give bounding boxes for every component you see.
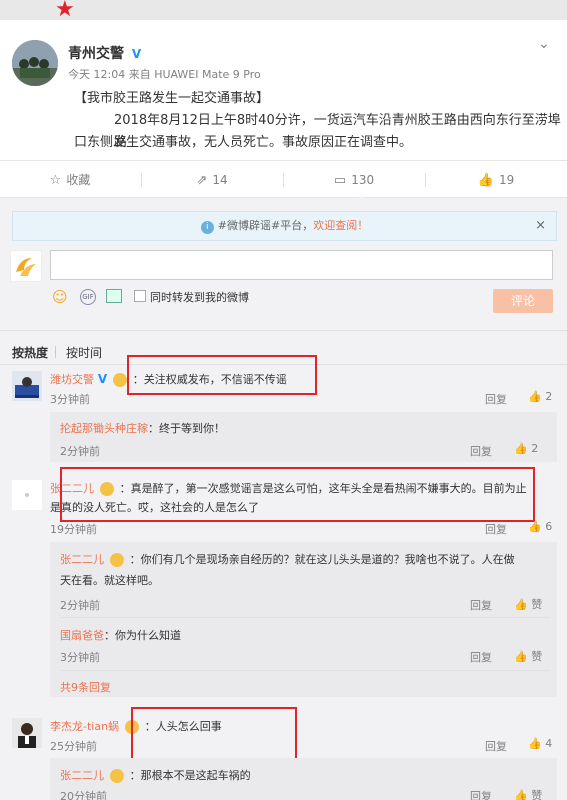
info-icon: i [200,221,214,234]
submit-comment-button[interactable]: 评论 [493,289,553,313]
thumbs-up-icon: 👍 [514,650,528,663]
post-title: 【我市胶王路发生一起交通事故】 [74,91,270,106]
like-button[interactable]: 👍 6 [528,520,552,533]
forward-icon: ⇗ [196,173,208,188]
reply-button[interactable]: 回复 [470,649,492,665]
thumbs-up-icon: 👍 [528,520,542,533]
like-button[interactable]: 👍 19 [426,161,566,199]
commenter-name[interactable]: 潍坊交警 [50,373,94,386]
post-body-line2: 口东侧发生交通事故，无人员死亡。事故原因正在调查中。 [74,135,413,150]
comment-button[interactable]: ▭ 130 [284,161,424,199]
author-avatar[interactable] [12,40,58,86]
divider [60,617,550,618]
like-button[interactable]: 👍 2 [528,390,552,403]
reply-text: ：终于等到你！ [148,422,225,435]
reply-row: 张二二儿 ：你们有几个是现场亲自经历的？就在这儿头头是道的？我啥也不说了。人在做 [60,550,550,569]
sort-by-hot-tab[interactable]: 按热度 [12,344,48,361]
verified-icon: V [97,372,108,386]
thumbs-up-icon: 👍 [477,173,494,188]
forward-button[interactable]: ⇗ 14 [142,161,282,199]
emoticon-icon [109,552,124,567]
action-bar: ☆ 收藏 ⇗ 14 ▭ 130 👍 19 [0,160,567,201]
divider [60,670,550,671]
replier-name[interactable]: 张二二儿 [60,553,104,566]
replier-name[interactable]: 国扇爸爸 [60,629,104,642]
emoticon-icon [112,372,127,387]
reply-button[interactable]: 回复 [470,443,492,459]
commenter-name[interactable]: 李杰龙-tian蜗 [50,720,119,733]
verified-icon: V [131,47,142,61]
reply-button[interactable]: 回复 [485,738,507,754]
highlight-box [60,467,535,522]
sort-by-time-tab[interactable]: 按时间 [66,344,102,361]
close-icon[interactable]: × [535,212,546,240]
thumbs-up-icon: 👍 [514,789,528,800]
commenter-avatar[interactable] [12,480,42,510]
like-button[interactable]: 👍 赞 [514,596,542,612]
reply-row: 抡起那锄头种庄稼：终于等到你！ [60,419,225,438]
image-icon[interactable] [106,289,122,303]
comment-time: 3分钟前 [50,393,90,406]
sync-checkbox[interactable] [134,290,146,302]
comment-icon: ▭ [333,173,347,188]
highlight-box [127,355,317,395]
reply-text: ：那根本不是这起车祸的 [129,769,251,782]
replier-name[interactable]: 张二二儿 [60,769,104,782]
star-outline-icon: ☆ [49,173,62,188]
reply-time: 20分钟前 [60,790,107,800]
reply-text: ：你为什么知道 [104,629,181,642]
replier-name[interactable]: 抡起那锄头种庄稼 [60,422,148,435]
reply-row: 国扇爸爸：你为什么知道 [60,626,181,645]
emoji-icon[interactable]: ☺ [52,289,68,305]
star-icon: ★ [55,0,75,22]
author-line: 青州交警 V [68,43,141,63]
author-name[interactable]: 青州交警 [68,46,124,62]
top-strip: ★ [0,0,567,22]
reply-row: 张二二儿 ：那根本不是这起车祸的 [60,766,251,785]
user-avatar [9,249,43,283]
reply-text-line1: ：你们有几个是现场亲自经历的？就在这儿头头是道的？我啥也不说了。人在做 [129,553,515,566]
like-button[interactable]: 👍 4 [528,737,552,750]
sync-label: 同时转发到我的微博 [150,291,249,304]
favorite-button[interactable]: ☆ 收藏 [0,161,140,199]
chevron-down-icon[interactable]: ⌄ [538,36,550,52]
post-meta: 今天 12:04 来自 HUAWEI Mate 9 Pro [68,68,261,81]
reply-button[interactable]: 回复 [470,597,492,613]
comment-time: 25分钟前 [50,740,97,753]
commenter-avatar[interactable] [12,718,42,748]
emoticon-icon [109,768,124,783]
reply-text-line2: 天在看。就这样吧。 [60,574,159,587]
thumbs-up-icon: 👍 [528,390,542,403]
rumor-notice: i #微博辟谣#平台，欢迎查阅！ × [12,211,557,241]
reply-button[interactable]: 回复 [470,788,492,800]
more-replies-link[interactable]: 共9条回复 [60,679,111,695]
like-button[interactable]: 👍 赞 [514,787,542,800]
thumbs-up-icon: 👍 [514,442,528,455]
divider [55,346,56,358]
reply-time: 2分钟前 [60,599,100,612]
thumbs-up-icon: 👍 [514,598,528,611]
notice-prefix[interactable]: #微博辟谣#平台， [218,219,313,232]
reply-button[interactable]: 回复 [485,521,507,537]
reply-button[interactable]: 回复 [485,391,507,407]
notice-highlight[interactable]: 欢迎查阅！ [313,219,368,232]
thumbs-up-icon: 👍 [528,737,542,750]
comment-input[interactable] [50,250,553,280]
gif-icon[interactable]: GIF [80,289,96,305]
reply-time: 3分钟前 [60,651,100,664]
commenter-avatar[interactable] [12,371,42,401]
reply-time: 2分钟前 [60,445,100,458]
comment-time: 19分钟前 [50,523,97,536]
like-button[interactable]: 👍 赞 [514,648,542,664]
like-button[interactable]: 👍 2 [514,442,538,455]
divider [0,330,567,331]
